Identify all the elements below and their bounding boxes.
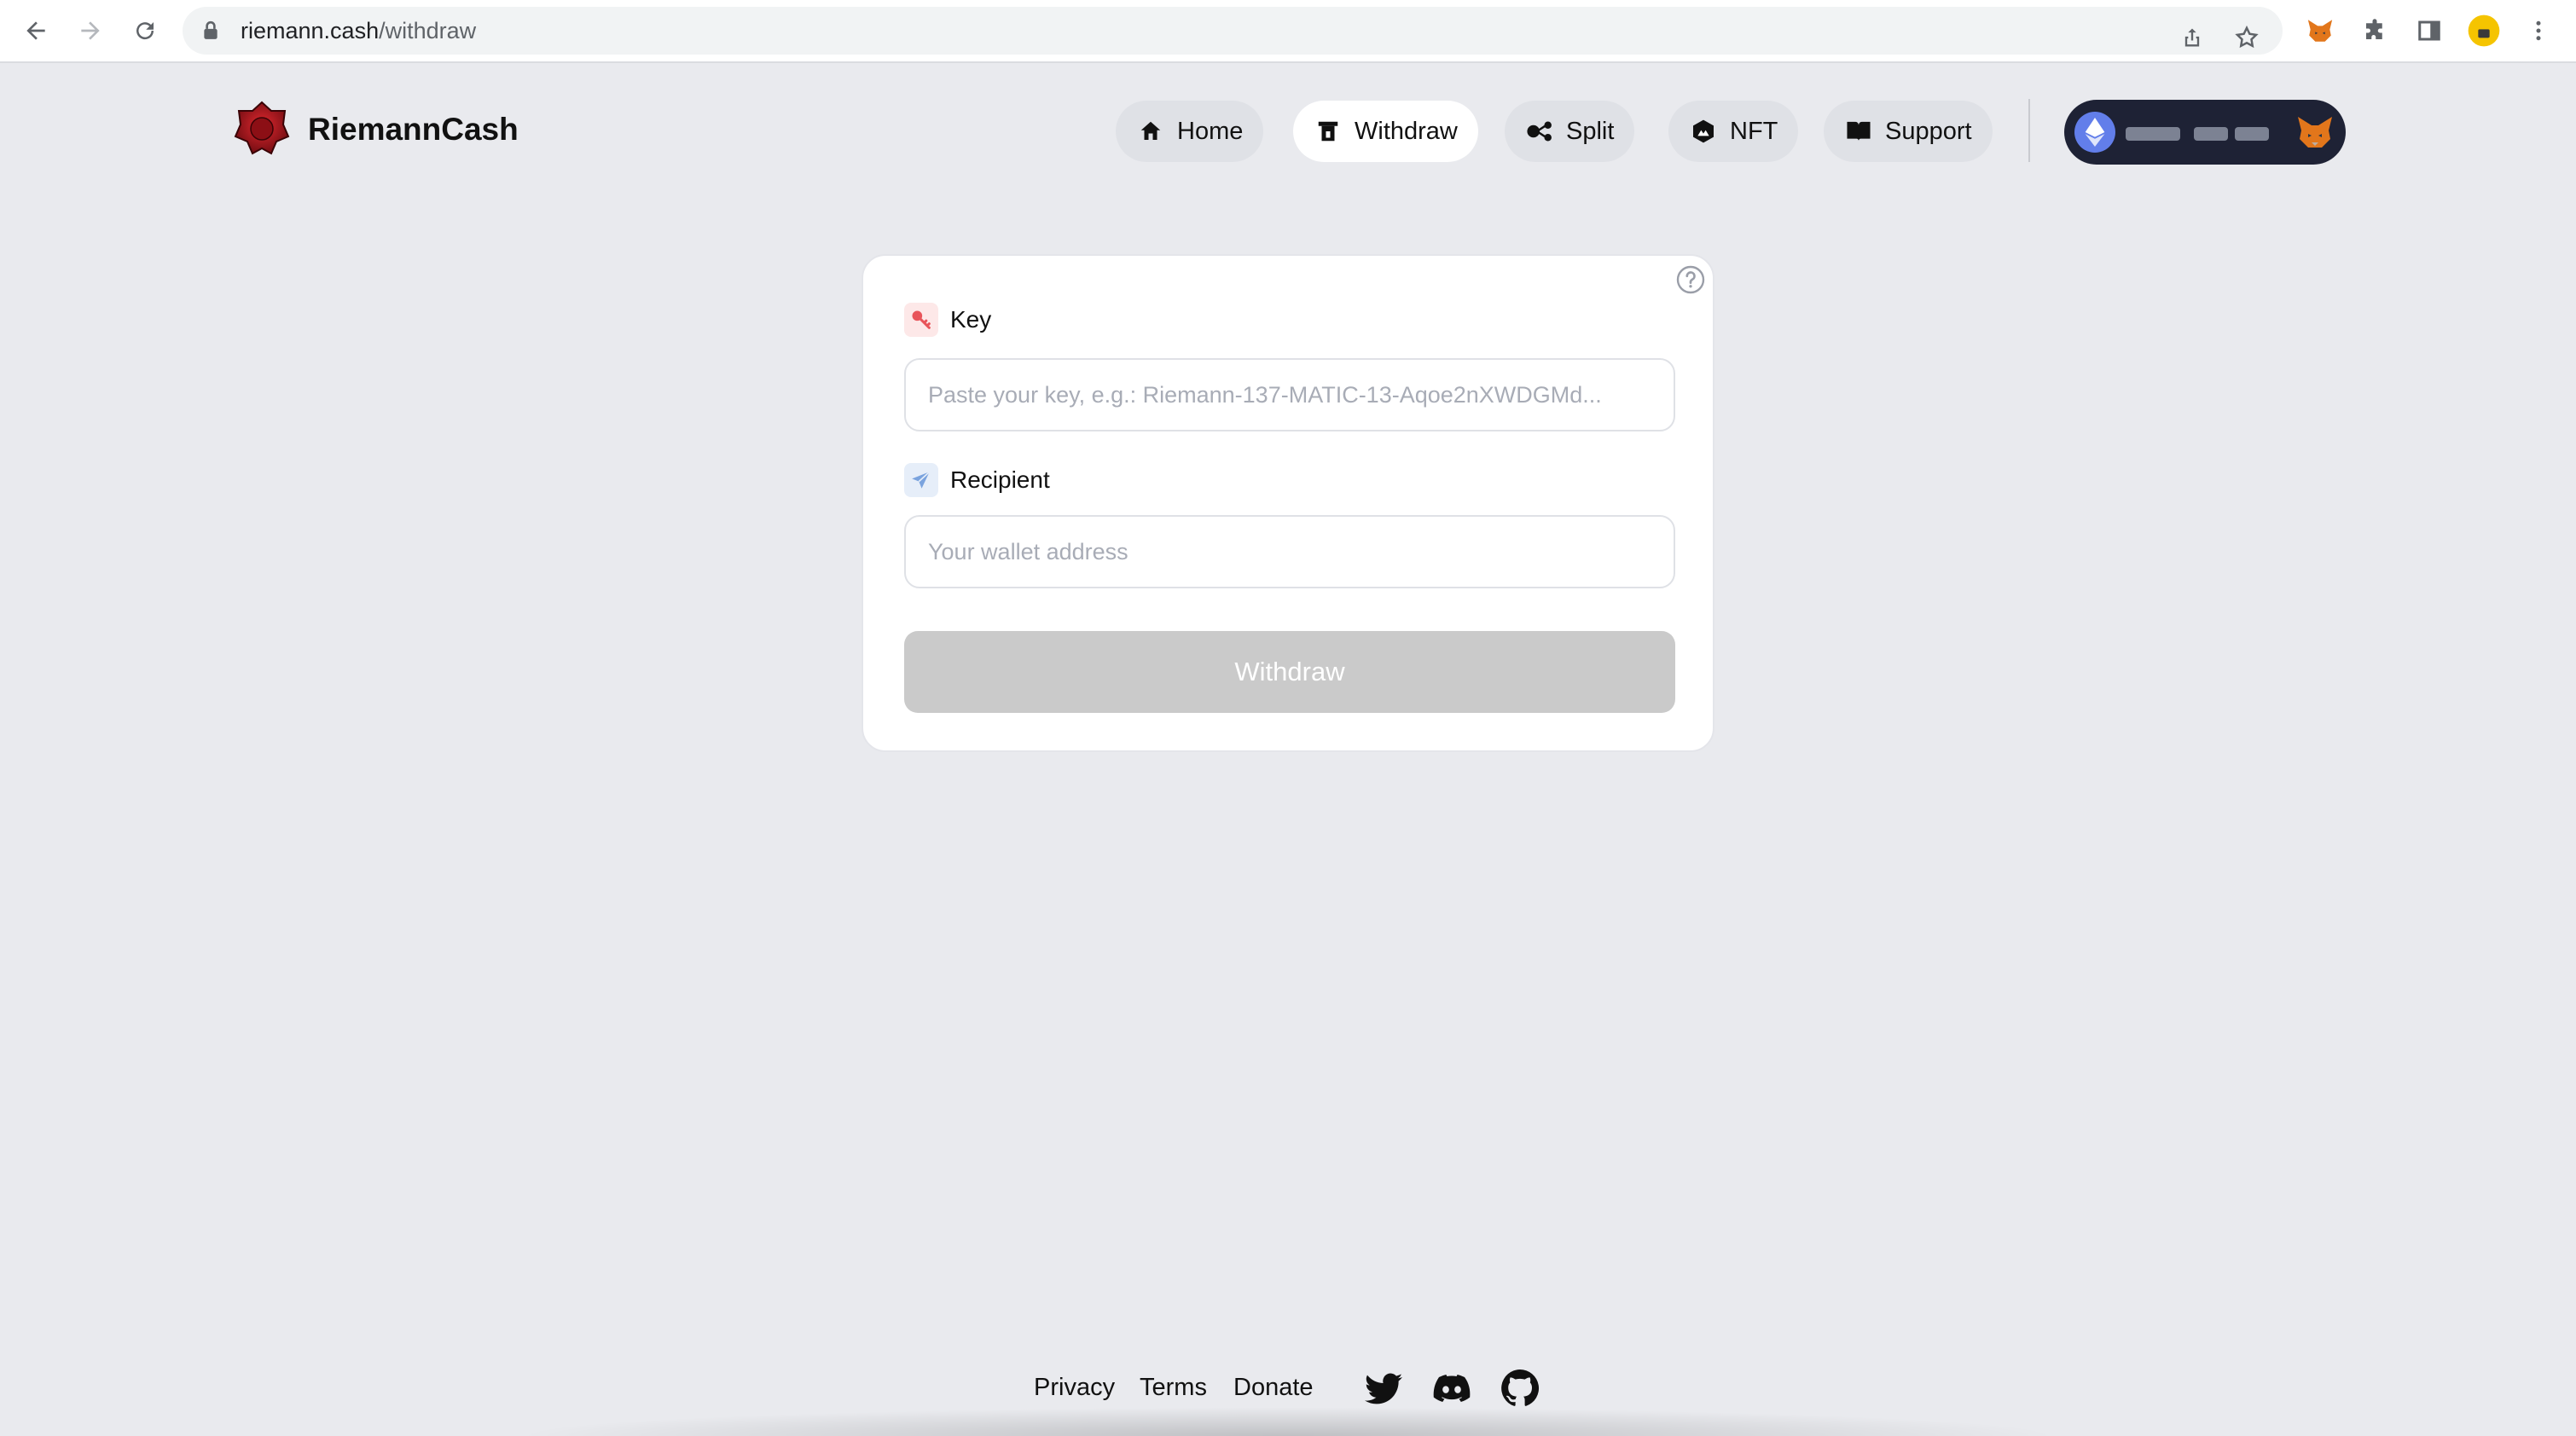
address-bar[interactable]: riemann.cash/withdraw bbox=[183, 7, 2283, 55]
share-icon bbox=[2184, 28, 2200, 47]
brand-name[interactable]: RiemannCash bbox=[308, 111, 519, 148]
nav-support[interactable]: Support bbox=[1824, 101, 1993, 162]
footer-link-donate[interactable]: Donate bbox=[1233, 1373, 1314, 1402]
reload-icon bbox=[136, 22, 154, 40]
book-icon bbox=[1847, 121, 1871, 142]
side-panel-button[interactable] bbox=[2411, 12, 2448, 49]
bottom-shadow bbox=[512, 1407, 2064, 1436]
metamask-fox-icon bbox=[2307, 20, 2333, 42]
wallet-button[interactable] bbox=[2064, 100, 2346, 165]
forward-arrow-icon bbox=[81, 21, 100, 40]
profile-avatar[interactable] bbox=[2465, 12, 2503, 49]
split-icon bbox=[1527, 121, 1552, 142]
avatar-icon bbox=[2468, 14, 2500, 47]
nav-withdraw-label: Withdraw bbox=[1355, 117, 1458, 145]
wallet-address-redacted bbox=[2194, 127, 2228, 141]
footer-link-terms[interactable]: Terms bbox=[1140, 1373, 1207, 1402]
discord-icon[interactable] bbox=[1431, 1368, 1472, 1409]
key-label: Key bbox=[950, 306, 992, 333]
help-icon[interactable] bbox=[1675, 264, 1706, 295]
share-button[interactable] bbox=[2173, 19, 2211, 56]
recipient-input[interactable] bbox=[904, 515, 1675, 588]
side-panel-icon bbox=[2418, 20, 2440, 41]
key-icon bbox=[904, 303, 938, 337]
nft-icon bbox=[1693, 119, 1714, 143]
metamask-fox-icon bbox=[2298, 117, 2332, 148]
lock-icon bbox=[204, 20, 218, 39]
header-divider bbox=[2028, 99, 2030, 162]
home-icon bbox=[1140, 121, 1161, 140]
reload-button[interactable] bbox=[126, 12, 164, 49]
back-button[interactable] bbox=[17, 12, 55, 49]
browser-menu-button[interactable] bbox=[2520, 12, 2557, 49]
metamask-extension-button[interactable] bbox=[2301, 12, 2339, 49]
withdraw-button[interactable]: Withdraw bbox=[904, 631, 1675, 713]
star-icon bbox=[2235, 25, 2259, 49]
nav-home-label: Home bbox=[1177, 117, 1244, 145]
ethereum-icon bbox=[2074, 112, 2115, 153]
back-arrow-icon bbox=[26, 21, 45, 40]
wallet-address-redacted bbox=[2235, 127, 2269, 141]
wallet-address-redacted bbox=[2126, 127, 2180, 141]
puzzle-icon bbox=[2366, 19, 2382, 39]
footer-link-privacy[interactable]: Privacy bbox=[1034, 1373, 1115, 1402]
url-text: riemann.cash/withdraw bbox=[241, 18, 477, 43]
nav-withdraw[interactable]: Withdraw bbox=[1293, 101, 1478, 162]
nav-nft-label: NFT bbox=[1730, 117, 1778, 145]
riemanncash-logo-icon[interactable] bbox=[234, 99, 290, 159]
nav-split-label: Split bbox=[1566, 117, 1615, 145]
github-icon[interactable] bbox=[1500, 1368, 1540, 1409]
send-icon bbox=[904, 463, 938, 497]
withdraw-icon bbox=[1318, 121, 1338, 142]
nav-split[interactable]: Split bbox=[1505, 101, 1635, 162]
withdraw-card: Key Recipient Withdraw bbox=[862, 254, 1714, 752]
bookmark-button[interactable] bbox=[2228, 19, 2266, 56]
extensions-button[interactable] bbox=[2356, 12, 2393, 49]
kebab-menu-icon bbox=[2536, 20, 2541, 41]
nav-support-label: Support bbox=[1885, 117, 1972, 145]
recipient-label-row: Recipient bbox=[904, 462, 1050, 498]
key-input[interactable] bbox=[904, 358, 1675, 431]
recipient-label: Recipient bbox=[950, 466, 1050, 493]
key-label-row: Key bbox=[904, 302, 991, 338]
forward-button[interactable] bbox=[72, 12, 109, 49]
nav-home[interactable]: Home bbox=[1116, 101, 1264, 162]
browser-toolbar: riemann.cash/withdraw bbox=[0, 0, 2576, 63]
nav-nft[interactable]: NFT bbox=[1668, 101, 1799, 162]
twitter-icon[interactable] bbox=[1363, 1368, 1404, 1409]
